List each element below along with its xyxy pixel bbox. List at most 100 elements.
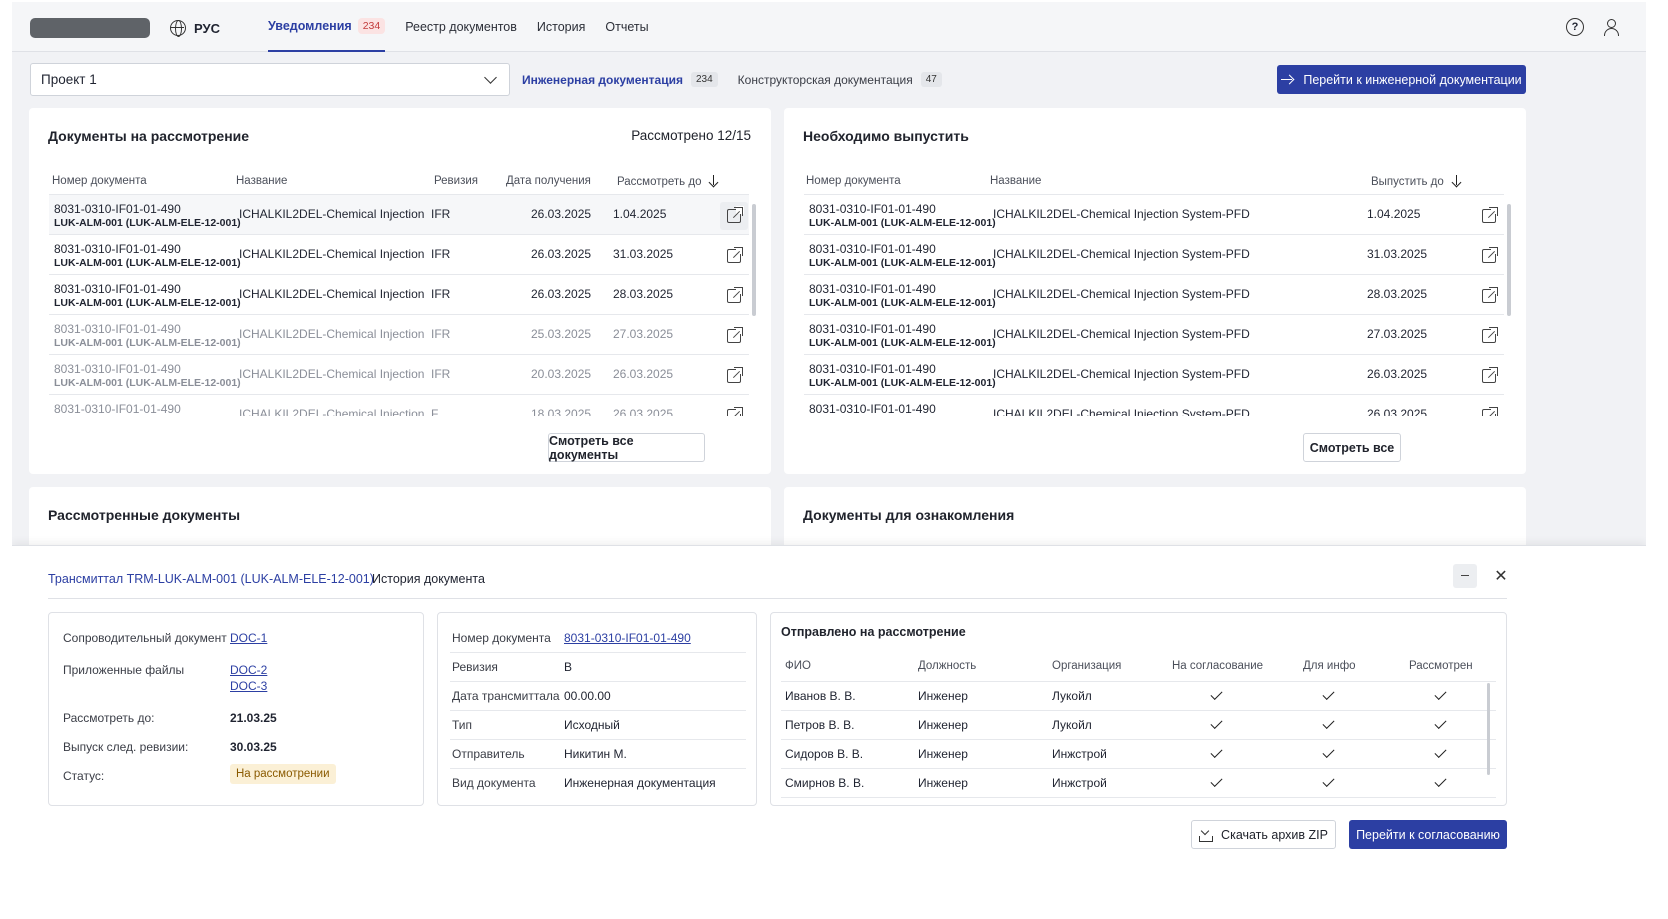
tab-history[interactable]: История [537, 2, 585, 52]
chevron-down-icon [484, 71, 497, 84]
external-link-icon[interactable] [727, 326, 744, 343]
table-row[interactable]: 8031-0310-IF01-01-490 LUK-ALM-001 (LUK-AL… [49, 194, 749, 234]
check-icon [1322, 745, 1335, 759]
revision: IFR [431, 247, 451, 261]
table-row[interactable]: 8031-0310-IF01-01-490 LUK-ALM-001 (LUK-AL… [49, 314, 749, 354]
doc-number-cell: 8031-0310-IF01-01-490 LUK-ALM-001 (LUK-AL… [809, 202, 996, 230]
release-documents-card: Необходимо выпустить Номер документа Наз… [784, 108, 1526, 474]
minimize-icon[interactable] [1453, 564, 1477, 588]
doc-number-cell: 8031-0310-IF01-01-490 LUK-ALM-001 (LUK-AL… [54, 322, 241, 350]
tab-document-history[interactable]: История документа [372, 572, 485, 586]
review-documents-card: Документы на рассмотрение Рассмотрено 12… [29, 108, 771, 474]
doc-type-tabs: Инженерная документация 234 Конструкторс… [522, 72, 942, 87]
cell-org: Инжстрой [1052, 776, 1107, 790]
download-zip-button[interactable]: Скачать архив ZIP [1191, 820, 1336, 849]
info-value: Инженерная документация [564, 776, 716, 790]
info-value: Исходный [564, 718, 620, 732]
received-date: 26.03.2025 [531, 247, 592, 261]
doc-number-link[interactable]: 8031-0310-IF01-01-490 [564, 631, 691, 645]
scrollbar[interactable] [1507, 204, 1511, 316]
external-link-icon[interactable] [727, 206, 744, 223]
scrollbar[interactable] [1487, 683, 1490, 775]
doc-number: 8031-0310-IF01-01-490 [809, 402, 936, 416]
received-date: 18.03.2025 [531, 407, 592, 416]
external-link-icon[interactable] [1482, 406, 1499, 416]
table-row[interactable]: 8031-0310-IF01-01-490 LUK-ALM-001 (LUK-AL… [804, 234, 1504, 274]
table-row[interactable]: 8031-0310-IF01-01-490 LUK-ALM-001 (LUK-AL… [804, 274, 1504, 314]
doc-code: LUK-ALM-001 (LUK-ALM-ELE-12-001) [54, 217, 241, 229]
divider [450, 652, 746, 653]
check-icon [1210, 716, 1223, 730]
external-link-icon[interactable] [1482, 206, 1499, 223]
divider [781, 739, 1496, 740]
revision: IFR [431, 367, 451, 381]
sent-for-review: Отправлено на рассмотрение ФИО Должность О… [770, 612, 1507, 806]
attached-file-link[interactable]: DOC-2 [230, 663, 267, 677]
external-link-icon[interactable] [1482, 286, 1499, 303]
column-header-due: Рассмотреть до [617, 176, 702, 188]
cell-role: Инженер [918, 718, 968, 732]
tab-reports[interactable]: Отчеты [605, 2, 648, 52]
table-row[interactable]: 8031-0310-IF01-01-490 LUK-ALM-001 (LUK-AL… [804, 354, 1504, 394]
section-title: Отправлено на рассмотрение [781, 625, 966, 639]
external-link-icon[interactable] [1482, 326, 1499, 343]
external-link-icon[interactable] [727, 366, 744, 383]
go-to-approval-button[interactable]: Перейти к согласованию [1349, 820, 1507, 849]
tab-notifications[interactable]: Уведомления 234 [268, 2, 386, 52]
check-icon [1322, 774, 1335, 788]
doc-name: ICHALKIL2DEL-Chemical Injection... [239, 287, 425, 301]
doc-number-cell: 8031-0310-IF01-01-490 LUK-ALM-001 (LUK-AL… [809, 282, 996, 310]
divider [781, 768, 1496, 769]
column-header-received: Дата получения [506, 175, 591, 187]
close-icon[interactable]: ✕ [1489, 564, 1513, 588]
doc-name: ICHALKIL2DEL-Chemical Injection... [239, 407, 425, 416]
divider [781, 681, 1496, 682]
column-header-release-due: Выпустить до [1371, 176, 1444, 188]
table-row[interactable]: 8031-0310-IF01-01-490 ICHALKIL2DEL-Chemic… [804, 394, 1504, 416]
tab-label: Реестр документов [405, 20, 517, 34]
go-to-engineering-docs-button[interactable]: Перейти к инженерной документации [1277, 65, 1526, 94]
divider [450, 681, 746, 682]
scrollbar[interactable] [752, 204, 756, 316]
tab-label: История [536, 20, 586, 34]
column-header-release-due-sort[interactable]: Выпустить до [1371, 175, 1462, 188]
project-select[interactable]: Проект 1 [30, 63, 510, 96]
language-switcher[interactable]: РУС [170, 20, 220, 37]
help-icon[interactable]: ? [1566, 18, 1584, 36]
tab-engineering-docs[interactable]: Инженерная документация 234 [522, 72, 718, 87]
view-all-documents-button[interactable]: Смотреть все документы [548, 433, 705, 462]
cell-role: Инженер [918, 689, 968, 703]
column-header-due-sort[interactable]: Рассмотреть до [617, 175, 719, 188]
external-link-icon[interactable] [727, 406, 744, 416]
table-row[interactable]: 8031-0310-IF01-01-490 ICHALKIL2DEL-Chemic… [49, 394, 749, 416]
cover-doc-link[interactable]: DOC-1 [230, 631, 267, 645]
count-badge: 234 [690, 72, 718, 87]
view-all-button[interactable]: Смотреть все [1303, 433, 1401, 462]
card-title: Документы для ознакомления [803, 507, 1015, 523]
card-title: Рассмотренные документы [48, 507, 241, 523]
table-row[interactable]: 8031-0310-IF01-01-490 LUK-ALM-001 (LUK-AL… [804, 314, 1504, 354]
next-revision-value: 30.03.25 [230, 740, 277, 754]
attached-file-link[interactable]: DOC-3 [230, 679, 267, 693]
cell-role: Инженер [918, 776, 968, 790]
column-header-name: Название [236, 175, 288, 187]
tab-document-registry[interactable]: Реестр документов [405, 2, 517, 52]
sort-down-icon [709, 175, 719, 186]
doc-number-cell: 8031-0310-IF01-01-490 LUK-ALM-001 (LUK-AL… [809, 362, 996, 390]
table-row[interactable]: 8031-0310-IF01-01-490 LUK-ALM-001 (LUK-AL… [49, 354, 749, 394]
external-link-icon[interactable] [727, 246, 744, 263]
table-row[interactable]: 8031-0310-IF01-01-490 LUK-ALM-001 (LUK-AL… [49, 274, 749, 314]
table-row[interactable]: 8031-0310-IF01-01-490 LUK-ALM-001 (LUK-AL… [49, 234, 749, 274]
document-info: Номер документа 8031-0310-IF01-01-490 Реви… [437, 612, 757, 806]
due-date: 27.03.2025 [613, 327, 674, 341]
external-link-icon[interactable] [1482, 246, 1499, 263]
tab-design-docs[interactable]: Конструкторская документация 47 [738, 72, 942, 87]
table-row[interactable]: 8031-0310-IF01-01-490 LUK-ALM-001 (LUK-AL… [804, 194, 1504, 234]
external-link-icon[interactable] [727, 286, 744, 303]
info-label: Ревизия [452, 660, 498, 674]
review-due-label: Рассмотреть до: [63, 711, 155, 725]
user-icon[interactable] [1602, 18, 1620, 36]
tab-transmittal[interactable]: Трансмиттал TRM-LUK-ALM-001 (LUK-ALM-ELE… [48, 572, 374, 586]
external-link-icon[interactable] [1482, 366, 1499, 383]
logo[interactable] [30, 18, 150, 38]
